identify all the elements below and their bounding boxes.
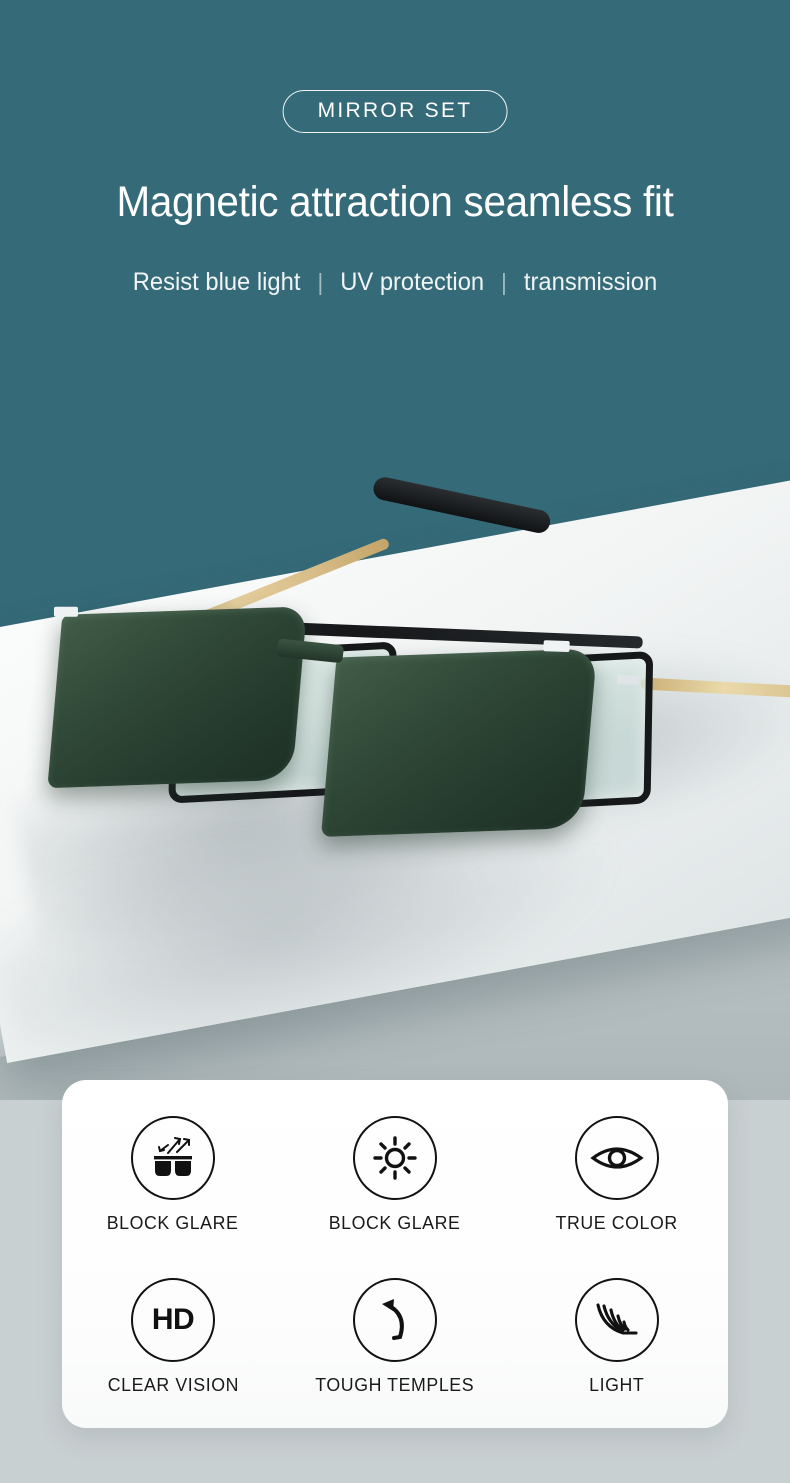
feature-label: TOUGH TEMPLES (315, 1374, 475, 1395)
curved-arrow-icon (353, 1278, 437, 1362)
feature-item-block-glare-sun: BLOCK GLARE (284, 1116, 506, 1234)
feature-label: TRUE COLOR (555, 1212, 679, 1233)
feature-row-1: BLOCK GLARE BLOCK GLARE TRUE COLOR (62, 1094, 728, 1256)
sun-icon (353, 1116, 437, 1200)
feature-card: BLOCK GLARE BLOCK GLARE TRUE COLOR HD CL… (62, 1080, 728, 1428)
feature-label: BLOCK GLARE (329, 1212, 461, 1233)
subtitle-separator-2: | (501, 269, 507, 295)
green-clip-lens-left (47, 606, 308, 789)
product-banner-page: MIRROR SET Magnetic attraction seamless … (0, 0, 790, 1483)
sunglasses-glare-icon (131, 1116, 215, 1200)
page-title: Magnetic attraction seamless fit (116, 178, 674, 226)
subtitle-part-1: Resist blue light (132, 268, 301, 296)
feature-item-tough-temples: TOUGH TEMPLES (284, 1278, 506, 1396)
clip-magnet-tab-left (53, 606, 78, 617)
mirror-set-badge: MIRROR SET (282, 90, 508, 133)
clip-magnet-tab-right (543, 640, 570, 653)
feature-item-clear-vision: HD CLEAR VISION (62, 1278, 284, 1396)
feature-label: LIGHT (589, 1374, 645, 1395)
green-clip-lens-right (320, 648, 598, 837)
feature-item-light: LIGHT (506, 1278, 728, 1396)
feather-icon (575, 1278, 659, 1362)
feature-item-true-color: TRUE COLOR (506, 1116, 728, 1234)
feature-item-block-glare-lens: BLOCK GLARE (62, 1116, 284, 1234)
eye-icon (575, 1116, 659, 1200)
subtitle-part-2: UV protection (340, 268, 485, 296)
feature-label: CLEAR VISION (107, 1374, 239, 1395)
feature-label: BLOCK GLARE (107, 1212, 239, 1233)
magnetic-clip-on-lenses (20, 575, 659, 918)
subtitle-separator-1: | (317, 269, 324, 295)
product-photo (0, 400, 790, 1100)
hero-subtitle: Resist blue light | UV protection | tran… (20, 268, 771, 297)
hd-icon: HD (131, 1278, 215, 1362)
subtitle-part-3: transmission (523, 268, 658, 296)
feature-row-2: HD CLEAR VISION TOUGH TEMPLES LIGHT (62, 1256, 728, 1418)
hd-icon-text: HD (151, 1303, 195, 1336)
